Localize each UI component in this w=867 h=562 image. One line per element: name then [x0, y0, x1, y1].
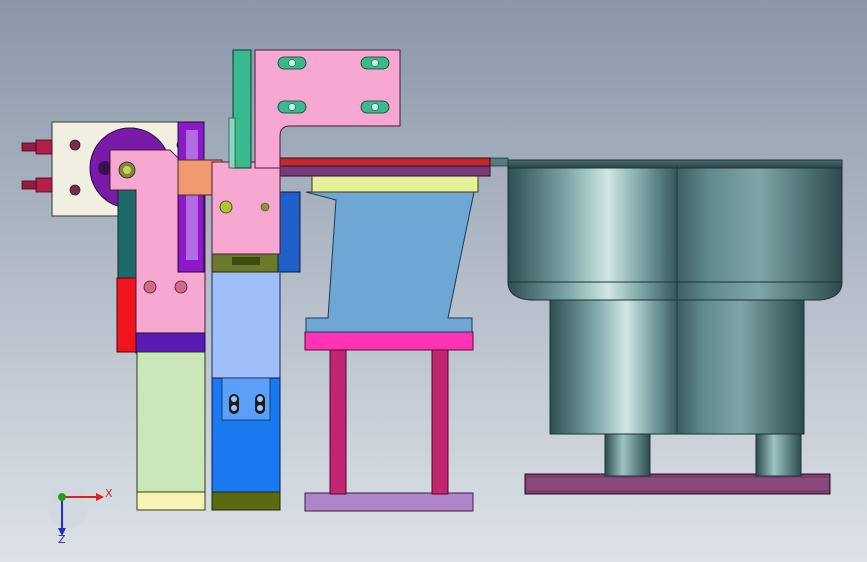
mid-bracket-hole-icon [260, 202, 270, 212]
triad-orb [48, 488, 88, 528]
cad-viewport[interactable]: X Z [0, 0, 867, 562]
linear-feeder-base [304, 492, 474, 512]
linear-feeder-leg-left [329, 347, 347, 495]
gripper-bolt-icon [257, 396, 263, 402]
x-axis-label: X [105, 487, 113, 500]
bracket-bolt-icon [371, 103, 379, 111]
guide-column-left [136, 351, 206, 495]
linear-track-rail [279, 157, 491, 167]
bowl-base-plate-face [527, 478, 828, 490]
green-vertical-rod [232, 49, 252, 169]
linear-feeder-track-support [311, 175, 479, 193]
air-fitting-bottom-nozzle [21, 180, 37, 190]
linear-feeder-leg-right [431, 347, 449, 495]
guide-column-left-foot [136, 491, 206, 511]
cad-model-view[interactable]: X Z [0, 0, 867, 562]
bracket-bolt-icon [288, 59, 296, 67]
z-axis-label: Z [58, 533, 66, 546]
gripper-bolt-icon [257, 405, 263, 411]
bowl-leg-left [604, 431, 651, 477]
bracket-bolt-icon [288, 103, 296, 111]
linear-track-body [279, 165, 491, 177]
purple-clamp-block [135, 332, 206, 354]
bracket-bolt-icon [371, 59, 379, 67]
air-fitting-top[interactable] [35, 139, 53, 155]
linear-feeder-mount-plate [304, 331, 474, 351]
gripper-bolt-icon [231, 396, 237, 402]
bowl-outlet-chute [489, 157, 509, 167]
air-fitting-top-nozzle [21, 142, 37, 152]
blue-cylinder-side [277, 191, 301, 273]
bowl-rim [507, 159, 843, 169]
arm-hole-icon [143, 280, 157, 294]
olive-connector-slot [232, 257, 260, 265]
housing-bolt-icon [69, 184, 81, 196]
air-fitting-bottom[interactable] [35, 177, 53, 193]
bowl-body [507, 165, 843, 301]
pivot-pin-center-icon [123, 166, 131, 174]
y-axis-dot-icon [58, 493, 66, 501]
mid-bracket-pin-icon [219, 200, 233, 214]
bowl-leg-right [755, 431, 802, 477]
light-blue-slide [211, 271, 281, 381]
teal-side-bracket [117, 179, 139, 281]
gripper-bolt-icon [231, 405, 237, 411]
gripper-foot [211, 491, 281, 511]
green-rod-guide [228, 117, 236, 169]
housing-bolt-icon [69, 139, 81, 151]
arm-hole-icon [174, 280, 188, 294]
